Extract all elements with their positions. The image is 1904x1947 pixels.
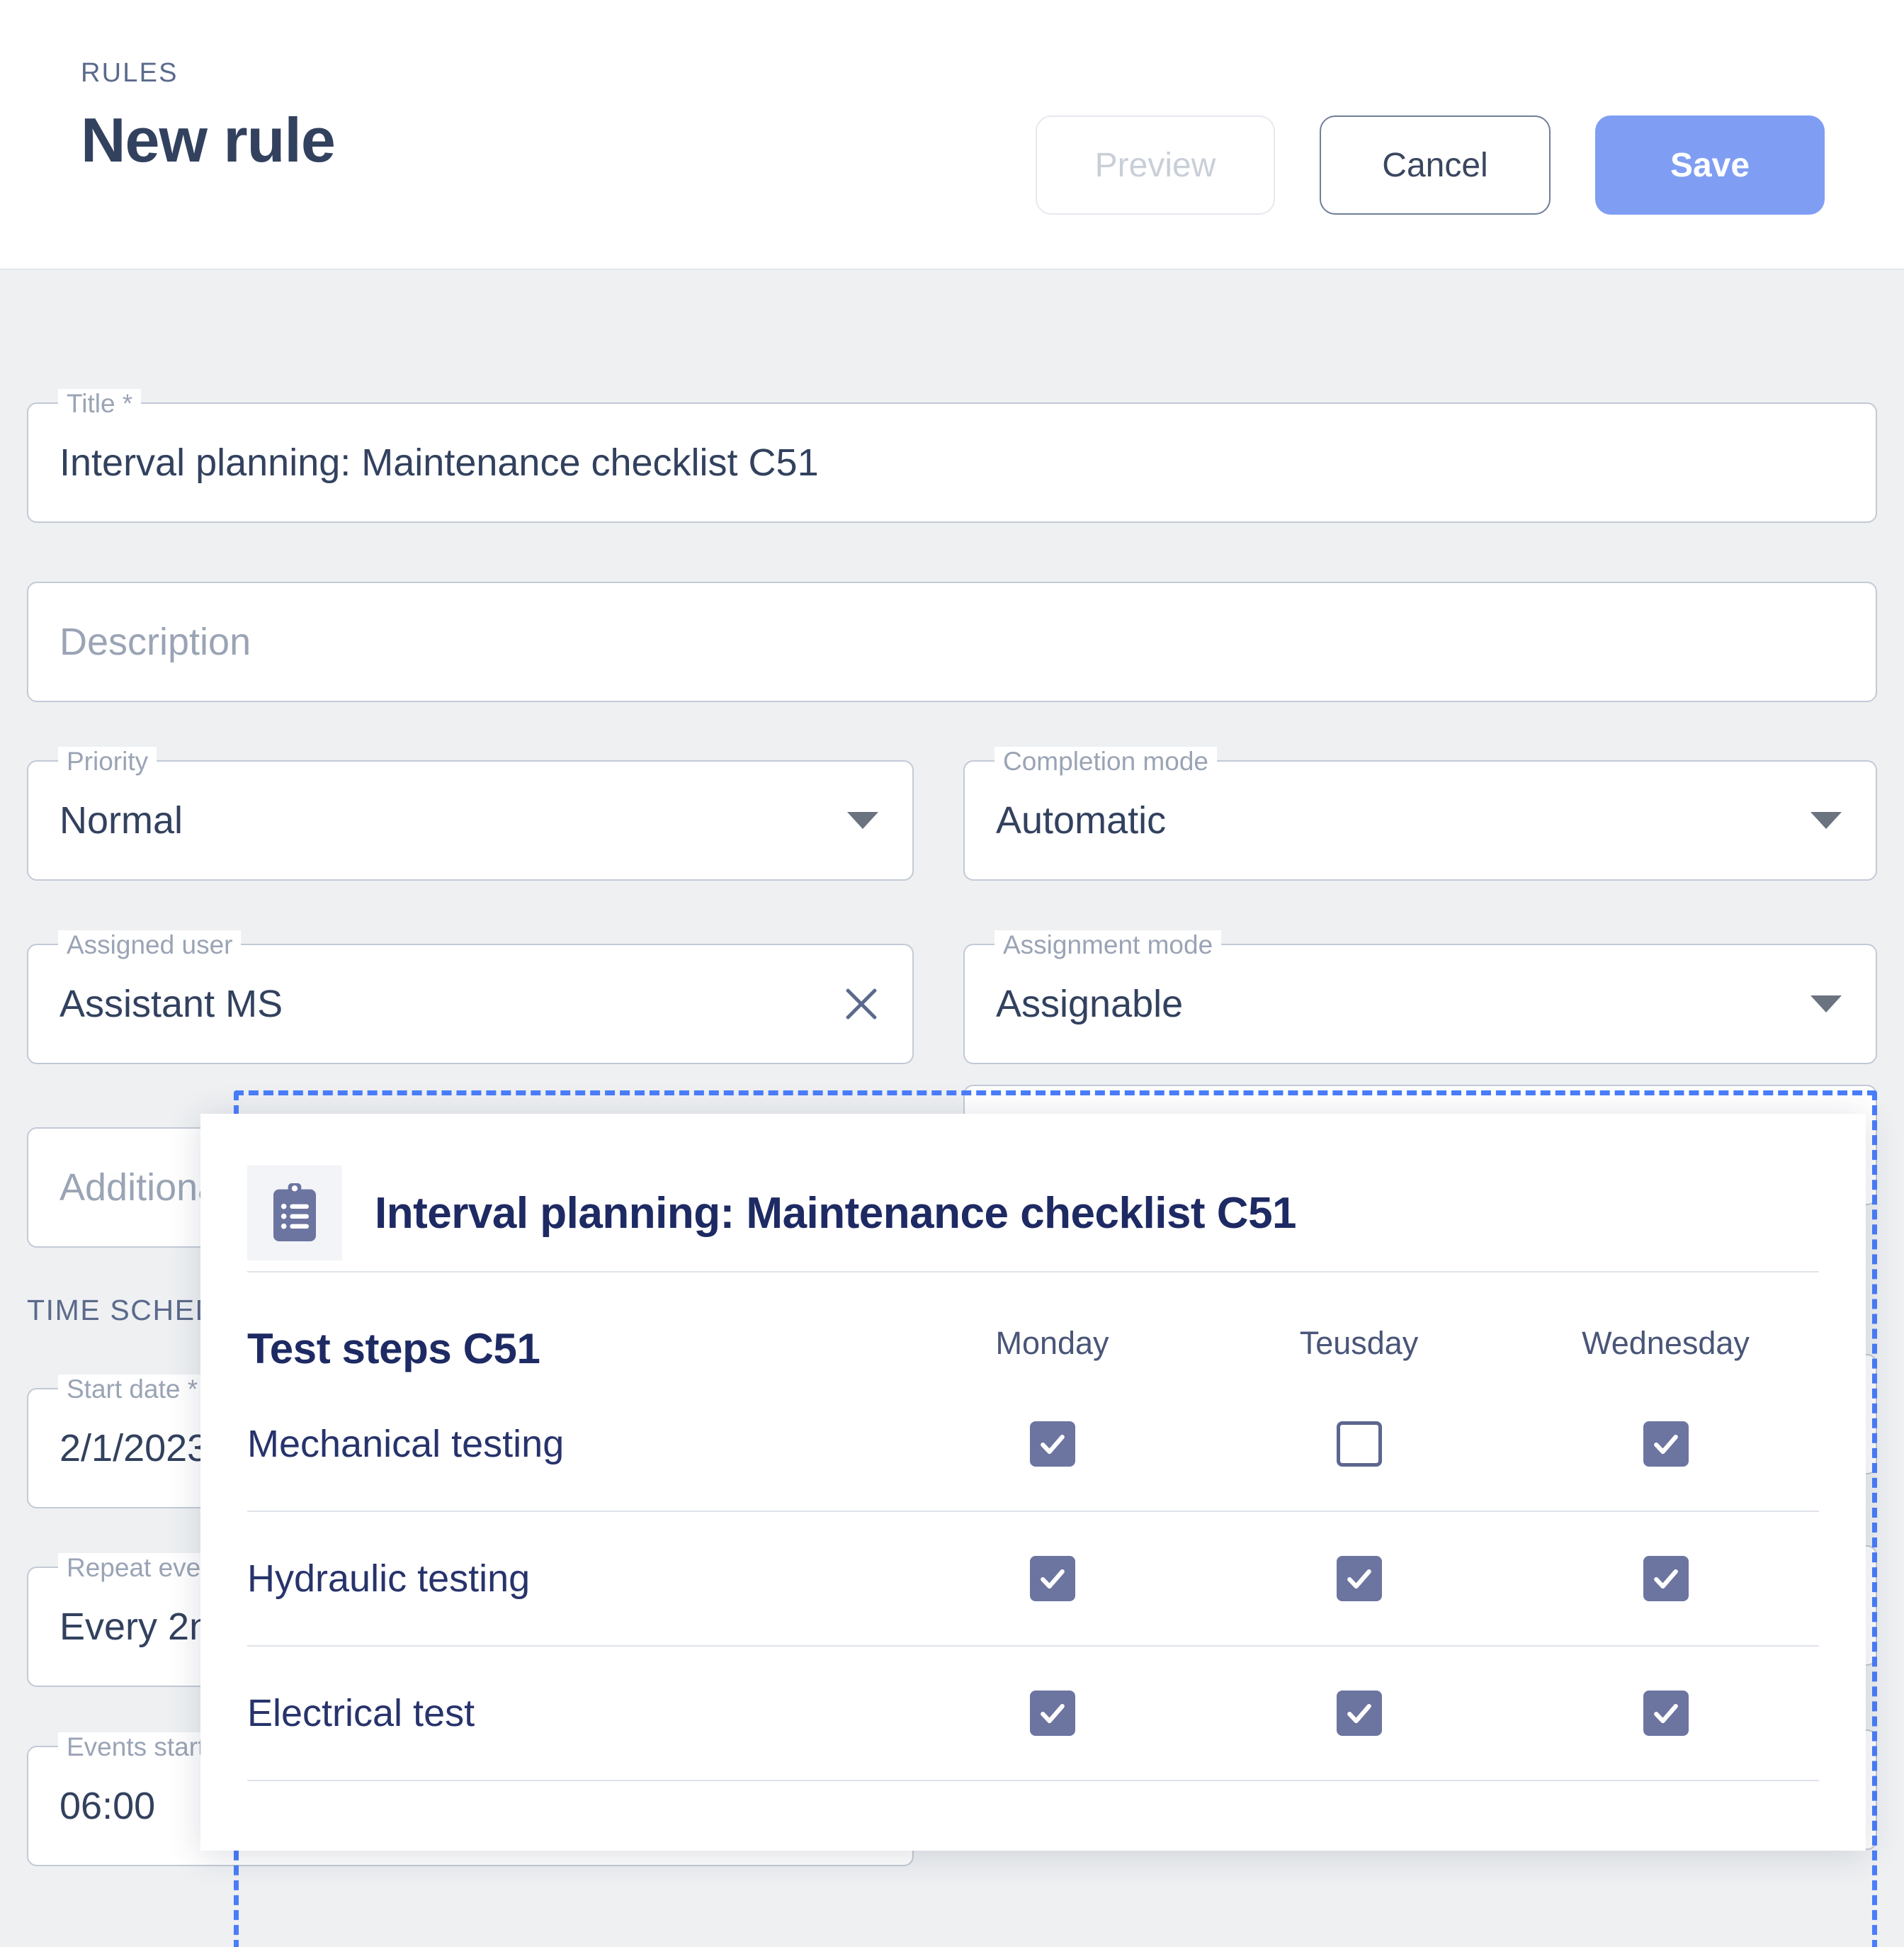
priority-select[interactable]: Priority Normal [27,760,914,881]
table-column-header-monday: Monday [899,1325,1206,1377]
step-cell-tuesday [1206,1691,1512,1736]
test-steps-table: Test steps C51 Monday Teusday Wednesday … [247,1281,1819,1781]
checklist-preview-modal: Interval planning: Maintenance checklist… [200,1114,1866,1851]
step-cell-wednesday [1512,1421,1819,1467]
breadcrumb: RULES [81,60,335,86]
cancel-button[interactable]: Cancel [1320,115,1551,215]
title-field[interactable]: Title * Interval planning: Maintenance c… [27,402,1877,523]
step-cell-wednesday [1512,1691,1819,1736]
close-icon[interactable] [840,983,883,1025]
step-label: Electrical test [247,1691,899,1735]
checkbox[interactable] [1030,1556,1075,1601]
assignment-mode-select[interactable]: Assignment mode Assignable [963,944,1877,1064]
table-row: Electrical test [247,1647,1819,1781]
start-date-label: Start date * [58,1375,206,1404]
step-cell-tuesday [1206,1421,1512,1467]
table-column-header-tuesday: Teusday [1206,1325,1512,1377]
table-row: Hydraulic testing [247,1512,1819,1647]
chevron-down-icon[interactable] [1810,812,1842,829]
table-column-header-wednesday: Wednesday [1512,1325,1819,1377]
assigned-user-label: Assigned user [58,930,241,960]
preview-button[interactable]: Preview [1036,115,1275,215]
clipboard-checklist-icon [247,1166,342,1260]
checkbox[interactable] [1337,1421,1382,1467]
chevron-down-icon[interactable] [1810,995,1842,1012]
completion-mode-select[interactable]: Completion mode Automatic [963,760,1877,881]
completion-mode-label: Completion mode [994,747,1217,777]
header-action-bar: Preview Cancel Save [1036,115,1825,215]
priority-label: Priority [58,747,157,777]
step-cell-tuesday [1206,1556,1512,1601]
events-start-value: 06:00 [60,1784,155,1828]
app-header: RULES New rule Preview Cancel Save [0,0,1904,270]
checkbox[interactable] [1643,1691,1689,1736]
checkbox[interactable] [1643,1421,1689,1467]
step-label: Hydraulic testing [247,1557,899,1601]
priority-value: Normal [60,798,183,842]
completion-mode-value: Automatic [996,798,1166,842]
checkbox[interactable] [1030,1421,1075,1467]
title-input[interactable]: Interval planning: Maintenance checklist… [60,441,819,485]
step-cell-monday [899,1691,1206,1736]
table-row: Mechanical testing [247,1377,1819,1512]
table-name-column-header: Test steps C51 [247,1324,899,1377]
description-input[interactable]: Description [60,620,251,664]
checkbox[interactable] [1337,1691,1382,1736]
header-title-group: RULES New rule [81,60,335,173]
checkbox[interactable] [1030,1691,1075,1736]
step-cell-monday [899,1556,1206,1601]
start-date-value: 2/1/2023 [60,1426,208,1470]
modal-header: Interval planning: Maintenance checklist… [247,1155,1819,1272]
assignment-mode-label: Assignment mode [994,930,1221,960]
assigned-user-field[interactable]: Assigned user Assistant MS [27,944,914,1064]
step-cell-wednesday [1512,1556,1819,1601]
save-button[interactable]: Save [1595,115,1825,215]
page-title: New rule [81,108,335,173]
checkbox[interactable] [1643,1556,1689,1601]
assignment-mode-value: Assignable [996,982,1183,1026]
modal-title: Interval planning: Maintenance checklist… [375,1188,1296,1238]
step-cell-monday [899,1421,1206,1467]
events-start-label: Events start [58,1732,213,1762]
chevron-down-icon[interactable] [847,812,878,829]
table-header-row: Test steps C51 Monday Teusday Wednesday [247,1281,1819,1377]
title-field-label: Title * [58,389,141,419]
assigned-user-value: Assistant MS [60,982,283,1026]
checkbox[interactable] [1337,1556,1382,1601]
description-field[interactable]: Description [27,582,1877,702]
step-label: Mechanical testing [247,1422,899,1466]
